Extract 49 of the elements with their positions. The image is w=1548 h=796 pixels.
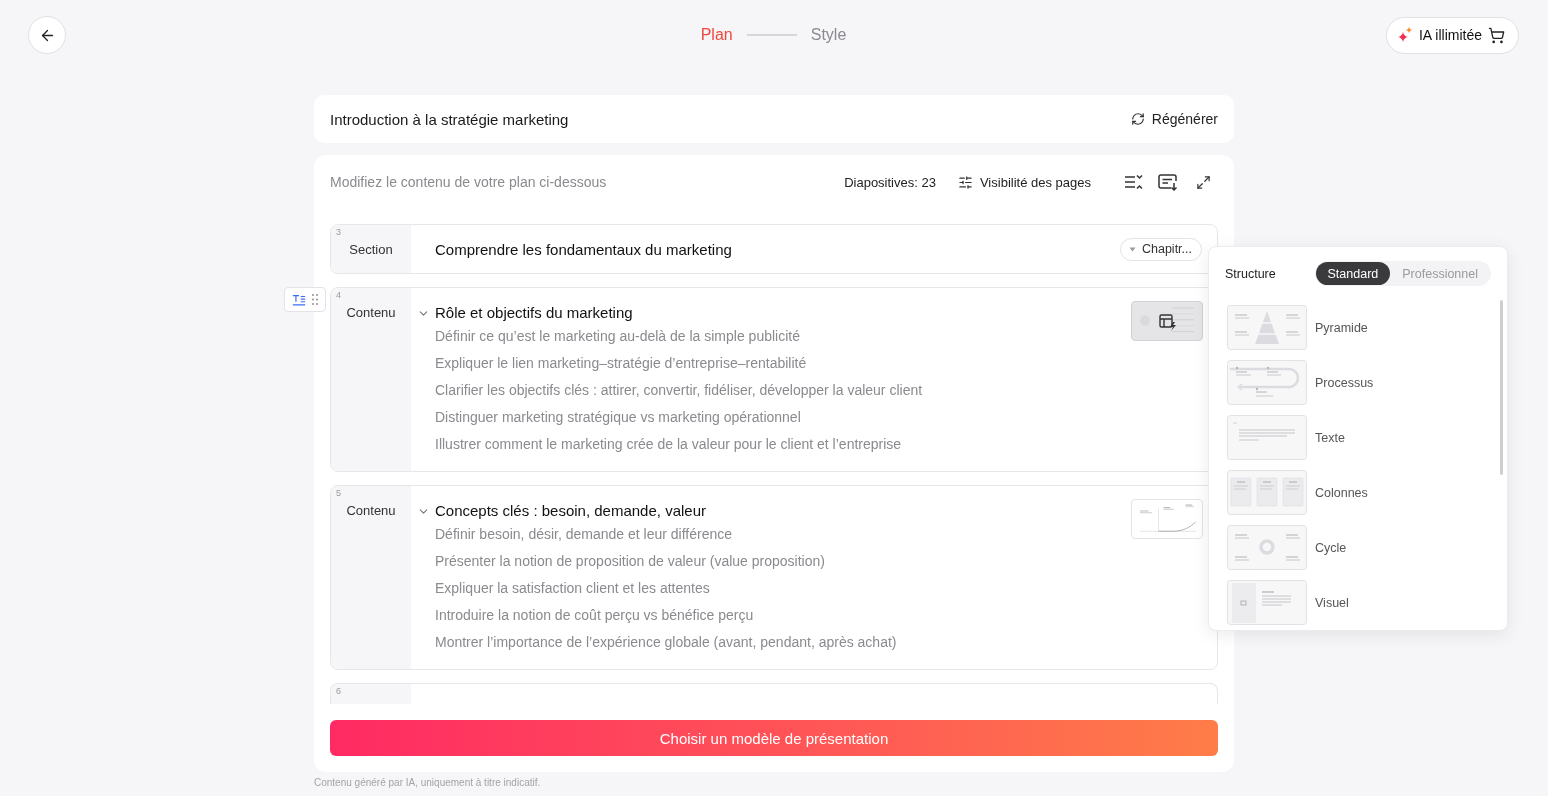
section-title: Comprendre les fondamentaux du marketing (435, 240, 733, 258)
bullet-point: Définir ce qu’est le marketing au-delà de la simple publicité (435, 327, 801, 346)
refresh-icon (1130, 112, 1145, 126)
slide-number: 6 (336, 686, 341, 696)
slide-count: Diapositives: 23 (844, 174, 936, 190)
bullet-point: Illustrer comment le marketing crée de la valeur pour le client et l’entreprise (435, 435, 903, 454)
slide-type-label: Contenu (346, 305, 396, 320)
cart-icon (1488, 26, 1505, 44)
page-visibility-button[interactable]: Visibilité des pages (957, 174, 1091, 190)
text-box-arrow-icon[interactable] (1158, 173, 1179, 191)
layout-option[interactable]: Processus (1209, 355, 1479, 410)
layout-option[interactable]: Visuel (1209, 575, 1479, 630)
slide-thumbnail[interactable] (1131, 301, 1203, 341)
bullet-point: Définir besoin, désir, demande et leur différence (435, 525, 734, 544)
bullet-point: Introduire la notion de coût perçu vs bénéfice perçu (435, 606, 755, 625)
menu-title: Structure (1225, 266, 1276, 281)
unlimited-ai-button[interactable]: IA illimitée (1385, 16, 1519, 54)
layout-dropdown[interactable]: Chapitr... (1119, 237, 1202, 261)
slide-number: 4 (336, 290, 341, 300)
slide-thumbnail[interactable] (1131, 499, 1203, 539)
bullet-point: Distinguer marketing stratégique vs marketing opérationnel (435, 408, 802, 427)
caret-icon (1128, 246, 1136, 252)
expand-icon[interactable] (1196, 174, 1211, 190)
slide-type-label: Contenu (346, 503, 396, 518)
bullet-point: Montrer l’importance de l’expérience globale (avant, pendant, après achat) (435, 633, 898, 652)
regenerate-button[interactable]: Régénérer (1130, 111, 1218, 127)
layout-option[interactable]: Cycle (1209, 520, 1479, 575)
slide-title: Concepts clés : besoin, demande, valeur (435, 501, 706, 521)
slide-title: Rôle et objectifs du marketing (435, 303, 633, 323)
bullet-point: Présenter la notion de proposition de valeur (value proposition) (435, 552, 826, 571)
outline-hint: Modifiez le contenu de votre plan ci-dessous (330, 174, 608, 190)
layout-option[interactable]: Pyramide (1209, 300, 1479, 355)
layout-style-tab[interactable]: Standard (1315, 262, 1391, 285)
slide-number: 3 (336, 227, 341, 237)
slide-type-label: Section (349, 241, 393, 257)
drag-handle-icon[interactable] (310, 293, 319, 306)
back-button[interactable] (28, 16, 66, 54)
layout-option[interactable]: Texte (1209, 410, 1479, 465)
disclaimer-text: Contenu généré par IA, uniquement à titre indicatif. (314, 777, 542, 788)
bullet-point: Expliquer la satisfaction client et les attentes (435, 579, 711, 598)
bullet-point: Clarifier les objectifs clés : attirer, convertir, fidéliser, développer la valeur client (435, 381, 924, 400)
slide-number: 5 (336, 488, 341, 498)
layout-lightning-icon[interactable] (1158, 312, 1178, 332)
presentation-title: Introduction à la stratégie marketing (330, 110, 569, 128)
layout-option[interactable]: Colonnes (1209, 465, 1479, 520)
bullet-point: Expliquer le lien marketing–stratégie d’entreprise–rentabilité (435, 354, 808, 373)
text-format-icon[interactable] (291, 292, 306, 307)
collapse-all-icon[interactable] (1124, 173, 1143, 191)
sliders-icon (957, 174, 973, 190)
